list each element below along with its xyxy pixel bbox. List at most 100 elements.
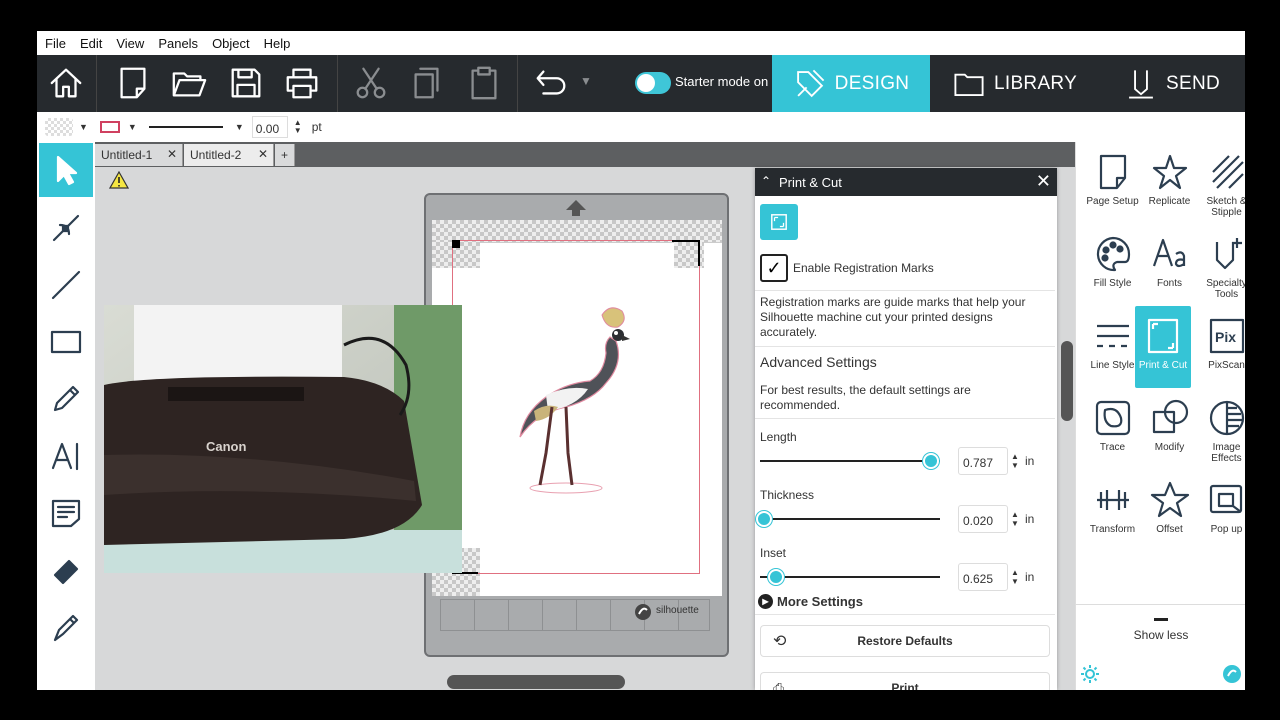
close-tab-icon[interactable]: ✕ bbox=[258, 147, 268, 161]
line-style-dropdown-icon[interactable]: ▼ bbox=[235, 122, 244, 132]
page-setup-icon bbox=[1099, 154, 1126, 190]
specialty-tools-button[interactable]: Specialty Tools bbox=[1198, 234, 1245, 300]
image-effects-icon bbox=[1209, 400, 1244, 436]
modify-label: Modify bbox=[1154, 442, 1185, 453]
inset-stepper[interactable]: ▲ ▼ bbox=[1011, 568, 1019, 586]
length-input[interactable]: 0.787 bbox=[958, 447, 1008, 475]
rectangle-tool-icon[interactable] bbox=[39, 315, 93, 369]
page-setup-button[interactable]: Page Setup bbox=[1084, 152, 1141, 207]
fonts-label: Fonts bbox=[1156, 278, 1182, 289]
print-button[interactable]: ⎙ Print bbox=[760, 672, 1050, 690]
select-tool-icon[interactable] bbox=[39, 143, 93, 197]
home-icon[interactable] bbox=[44, 61, 88, 105]
cut-icon[interactable] bbox=[349, 61, 393, 105]
undo-icon[interactable] bbox=[529, 61, 573, 105]
horizontal-scrollbar[interactable] bbox=[447, 675, 625, 689]
menu-panels[interactable]: Panels bbox=[158, 36, 198, 51]
tab-design[interactable]: DESIGN bbox=[772, 55, 930, 112]
inset-slider-knob[interactable] bbox=[768, 569, 785, 585]
inset-input[interactable]: 0.625 bbox=[958, 563, 1008, 591]
open-folder-icon[interactable] bbox=[167, 61, 211, 105]
tab-untitled-2[interactable]: Untitled-2 ✕ bbox=[184, 144, 274, 166]
paste-icon[interactable] bbox=[462, 61, 506, 105]
fill-swatch[interactable] bbox=[45, 118, 73, 136]
show-less-toggle[interactable]: Show less bbox=[1076, 628, 1245, 642]
fonts-button[interactable]: Fonts bbox=[1141, 234, 1198, 289]
thickness-stepper[interactable]: ▲ ▼ bbox=[1011, 510, 1019, 528]
menu-edit[interactable]: Edit bbox=[80, 36, 102, 51]
fill-style-button[interactable]: Fill Style bbox=[1084, 234, 1141, 289]
replicate-icon bbox=[1152, 154, 1187, 190]
thickness-input[interactable]: 0.020 bbox=[958, 505, 1008, 533]
new-document-icon[interactable] bbox=[111, 61, 155, 105]
line-color-dropdown-icon[interactable]: ▼ bbox=[128, 122, 137, 132]
sketch-stipple-label: Sketch & Stipple bbox=[1206, 196, 1245, 218]
edit-points-icon[interactable] bbox=[39, 201, 93, 255]
length-slider[interactable] bbox=[760, 453, 940, 469]
fill-dropdown-icon[interactable]: ▼ bbox=[79, 122, 88, 132]
menu-file[interactable]: File bbox=[45, 36, 66, 51]
replicate-button[interactable]: Replicate bbox=[1141, 152, 1198, 207]
tab-send[interactable]: SEND bbox=[1124, 55, 1220, 112]
pop-up-button[interactable]: Pop up bbox=[1198, 480, 1245, 535]
menu-object[interactable]: Object bbox=[212, 36, 250, 51]
text-tool-icon[interactable] bbox=[39, 429, 93, 483]
line-width-input[interactable]: 0.00 bbox=[251, 116, 288, 138]
settings-gear-icon[interactable] bbox=[1080, 664, 1100, 684]
collapse-panel-icon[interactable]: ⌃ bbox=[761, 174, 771, 188]
length-slider-knob[interactable] bbox=[923, 453, 939, 469]
save-icon[interactable] bbox=[224, 61, 268, 105]
transform-button[interactable]: Transform bbox=[1084, 480, 1141, 535]
trace-button[interactable]: Trace bbox=[1084, 398, 1141, 453]
line-style-preview[interactable] bbox=[148, 126, 223, 128]
line-style-button[interactable]: Line Style bbox=[1084, 316, 1141, 371]
tab-label: Untitled-1 bbox=[101, 148, 153, 162]
starter-mode-label: Starter mode on bbox=[675, 74, 769, 89]
registration-mode-icon[interactable] bbox=[760, 204, 798, 240]
tab-untitled-1[interactable]: Untitled-1 ✕ bbox=[95, 144, 183, 166]
menu-help[interactable]: Help bbox=[264, 36, 291, 51]
thickness-slider-knob[interactable] bbox=[755, 511, 772, 527]
restore-defaults-button[interactable]: ⟲ Restore Defaults bbox=[760, 625, 1050, 657]
line-width-stepper[interactable]: ▲ ▼ bbox=[294, 119, 302, 135]
knife-tool-icon[interactable] bbox=[39, 600, 93, 654]
undo-dropdown-icon[interactable]: ▼ bbox=[580, 74, 592, 88]
offset-button[interactable]: Offset bbox=[1141, 480, 1198, 535]
inset-slider[interactable] bbox=[760, 569, 940, 585]
thickness-label: Thickness bbox=[760, 488, 815, 502]
close-tab-icon[interactable]: ✕ bbox=[167, 147, 177, 161]
add-tab-icon[interactable]: + bbox=[275, 144, 295, 166]
silhouette-logo-icon bbox=[635, 604, 651, 620]
pixscan-button[interactable]: Pix PixScan bbox=[1198, 316, 1245, 371]
printer-brand-text: Canon bbox=[206, 439, 247, 454]
line-style-icon bbox=[1096, 324, 1129, 348]
length-stepper[interactable]: ▲ ▼ bbox=[1011, 452, 1019, 470]
line-color-swatch[interactable] bbox=[99, 121, 120, 133]
vertical-scrollbar[interactable] bbox=[1061, 341, 1073, 421]
close-panel-icon[interactable]: ✕ bbox=[1036, 171, 1051, 192]
registration-corner-tr bbox=[672, 240, 700, 266]
copy-icon[interactable] bbox=[405, 61, 449, 105]
pencil-tool-icon[interactable] bbox=[39, 372, 93, 426]
silhouette-status-icon[interactable] bbox=[1222, 664, 1242, 684]
printer-photo[interactable]: Canon bbox=[104, 305, 462, 573]
print-cut-button[interactable]: Print & Cut bbox=[1135, 306, 1191, 388]
tab-library[interactable]: LIBRARY bbox=[952, 55, 1077, 112]
eraser-tool-icon[interactable] bbox=[39, 543, 93, 597]
line-tool-icon[interactable] bbox=[39, 258, 93, 312]
warning-icon[interactable] bbox=[109, 171, 129, 189]
specialty-blade-icon bbox=[1215, 238, 1242, 270]
menu-view[interactable]: View bbox=[116, 36, 144, 51]
length-unit: in bbox=[1025, 454, 1035, 468]
print-icon[interactable] bbox=[280, 61, 324, 105]
line-width-unit: pt bbox=[311, 120, 322, 134]
crowned-crane-image[interactable] bbox=[506, 303, 646, 495]
modify-button[interactable]: Modify bbox=[1141, 398, 1198, 453]
enable-registration-checkbox[interactable]: ✓ bbox=[760, 254, 788, 282]
image-effects-button[interactable]: Image Effects bbox=[1198, 398, 1245, 464]
more-settings-toggle[interactable]: ▶ More Settings bbox=[758, 594, 863, 609]
starter-mode-toggle[interactable] bbox=[635, 72, 671, 94]
sketch-stipple-button[interactable]: Sketch & Stipple bbox=[1198, 152, 1245, 218]
thickness-slider[interactable] bbox=[755, 511, 940, 527]
text-style-icon[interactable] bbox=[39, 486, 93, 540]
